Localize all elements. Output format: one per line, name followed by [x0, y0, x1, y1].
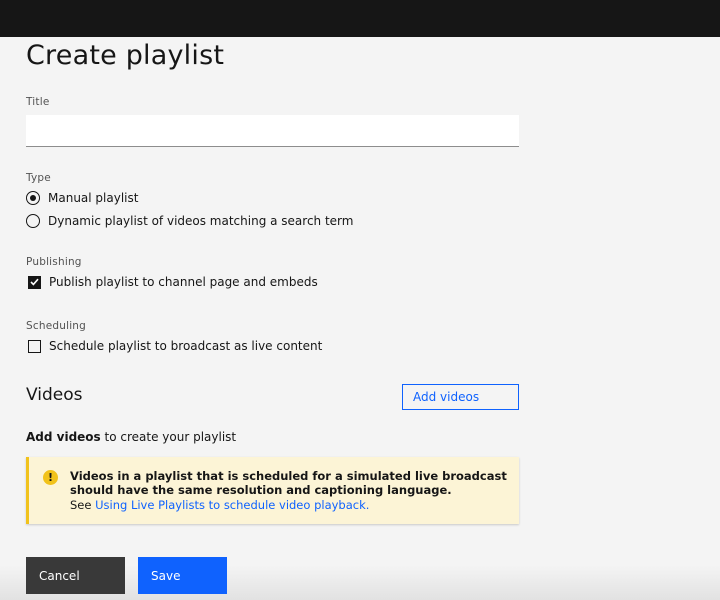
schedule-checkbox[interactable]: Schedule playlist to broadcast as live c… — [26, 339, 322, 353]
warning-notification: ! Videos in a playlist that is scheduled… — [26, 457, 519, 524]
scheduling-label: Scheduling — [26, 320, 87, 332]
live-playlists-help-link[interactable]: Using Live Playlists to schedule video p… — [95, 498, 369, 512]
notification-body-prefix: See — [70, 498, 96, 512]
schedule-checkbox-label: Schedule playlist to broadcast as live c… — [49, 339, 323, 353]
type-label: Type — [26, 172, 51, 184]
save-button[interactable]: Save — [138, 557, 227, 594]
title-label: Title — [26, 96, 50, 108]
warning-icon: ! — [43, 470, 58, 485]
checkmark-icon — [30, 278, 39, 286]
top-bar — [0, 0, 720, 37]
radio-dynamic-playlist-label: Dynamic playlist of videos matching a se… — [48, 214, 354, 228]
radio-manual-playlist-label: Manual playlist — [48, 191, 139, 205]
checkbox-checked-icon — [28, 275, 41, 289]
radio-selected-icon — [26, 191, 40, 205]
page-title: Create playlist — [26, 40, 225, 71]
checkbox-unchecked-icon — [28, 339, 41, 353]
videos-empty-hint-text: to create your playlist — [100, 430, 237, 444]
radio-unselected-icon — [26, 214, 40, 228]
publish-checkbox-label: Publish playlist to channel page and emb… — [49, 275, 318, 289]
notification-body: See Using Live Playlists to schedule vid… — [70, 498, 369, 512]
videos-empty-hint-bold: Add videos — [26, 430, 101, 444]
radio-manual-playlist[interactable]: Manual playlist — [26, 191, 138, 205]
videos-empty-hint: Add videos to create your playlist — [26, 430, 236, 444]
publish-checkbox[interactable]: Publish playlist to channel page and emb… — [26, 275, 318, 289]
radio-dynamic-playlist[interactable]: Dynamic playlist of videos matching a se… — [26, 214, 353, 228]
publishing-label: Publishing — [26, 256, 82, 268]
notification-title: Videos in a playlist that is scheduled f… — [70, 469, 507, 497]
add-videos-button[interactable]: Add videos — [402, 384, 519, 410]
cancel-button[interactable]: Cancel — [26, 557, 125, 594]
title-input[interactable] — [26, 115, 519, 147]
videos-heading: Videos — [26, 385, 83, 405]
